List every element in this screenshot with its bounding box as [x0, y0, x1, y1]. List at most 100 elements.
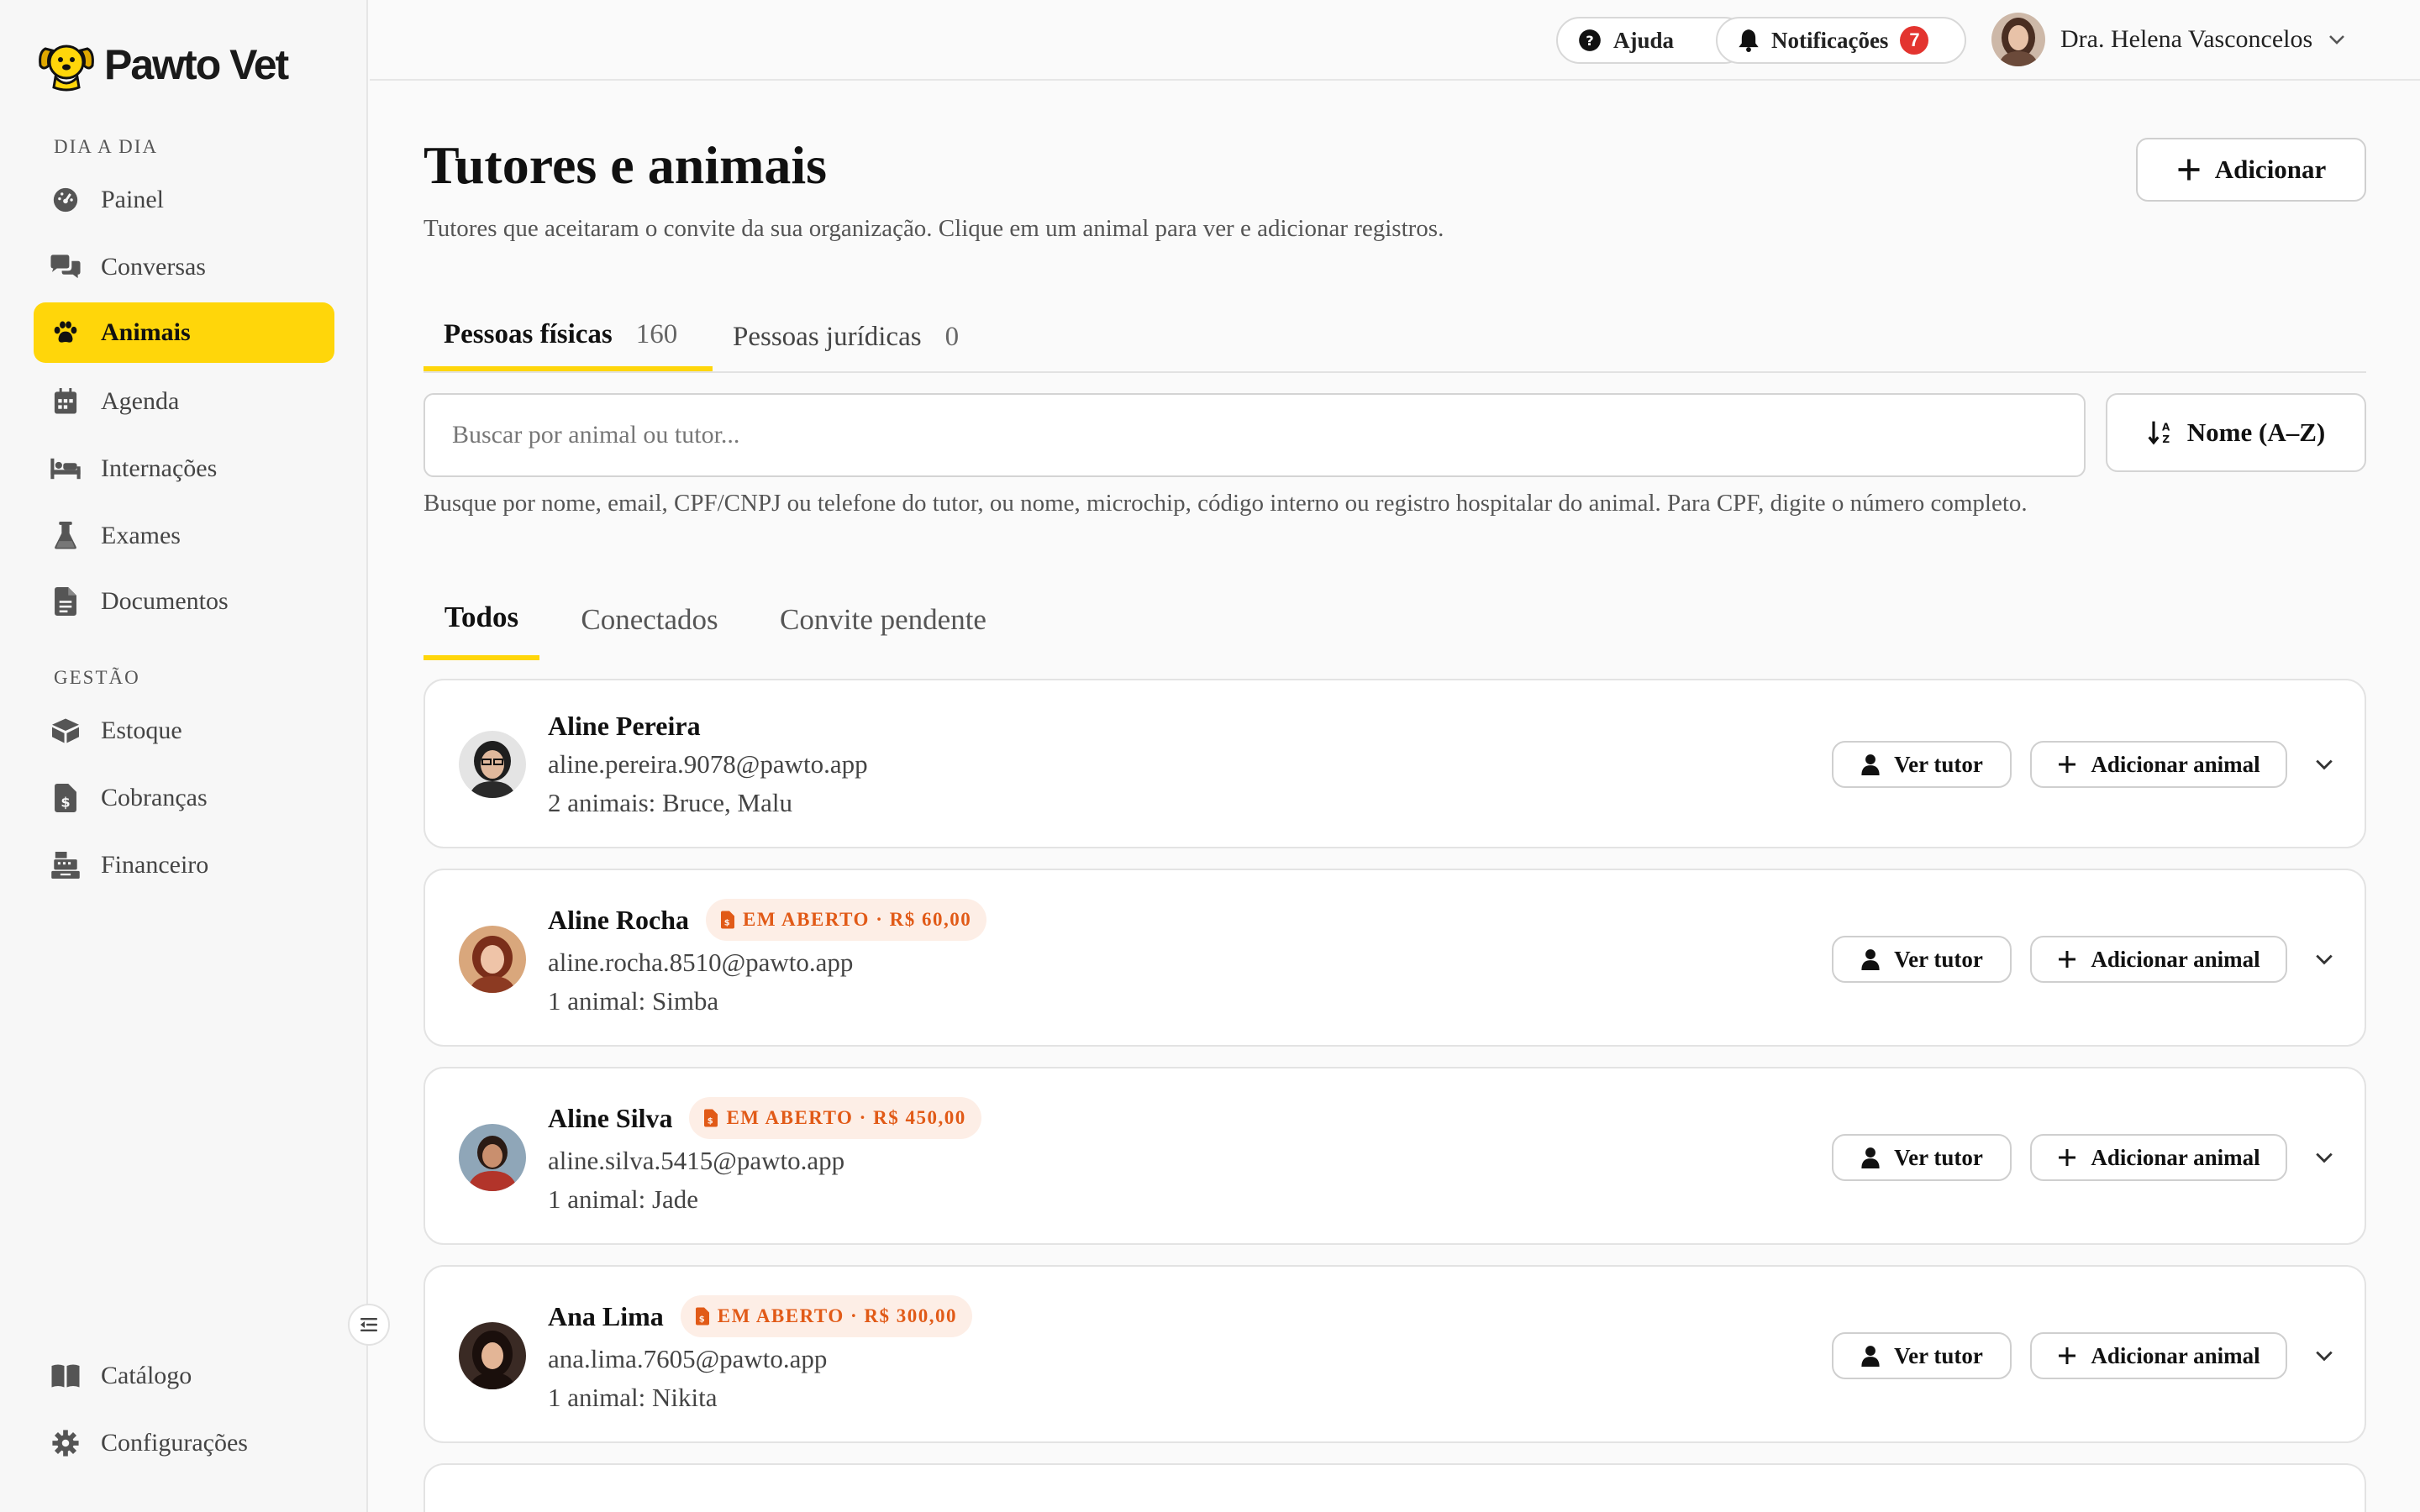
notifications-count-badge: 7 [1900, 26, 1929, 55]
add-animal-button[interactable]: Adicionar animal [2030, 1134, 2287, 1181]
add-animal-label: Adicionar animal [2091, 751, 2260, 777]
help-icon: ? [1578, 29, 1602, 52]
notifications-button[interactable]: Notificações 7 [1716, 17, 1966, 64]
tutor-name-row: Aline Pereira [548, 711, 701, 742]
status-badge-label: EM ABERTO · R$ 450,00 [726, 1107, 966, 1128]
sidebar-item-label: Documentos [101, 587, 229, 615]
sort-button[interactable]: AZ Nome (A–Z) [2106, 393, 2366, 472]
tab-convite-pendente[interactable]: Convite pendente [761, 580, 1005, 660]
tutor-name-row: Aline Rocha $ EM ABERTO · R$ 60,00 [548, 899, 987, 941]
page-title: Tutores e animais [424, 135, 828, 195]
tab-label: Pessoas jurídicas [733, 321, 922, 352]
gauge-icon [49, 183, 82, 217]
tutor-name: Aline Rocha [548, 904, 689, 935]
person-icon [1860, 948, 1881, 970]
add-animal-label: Adicionar animal [2091, 1342, 2260, 1368]
brand-logo[interactable]: Pawto Vet [37, 37, 289, 92]
tutor-card[interactable]: Aline Silva $ EM ABERTO · R$ 450,00 alin… [424, 1067, 2366, 1245]
view-tutor-button[interactable]: Ver tutor [1832, 1134, 2012, 1181]
brand-name: Pawto Vet [104, 41, 289, 88]
sidebar-item-financeiro[interactable]: Financeiro [34, 835, 334, 895]
flask-icon [49, 519, 82, 553]
view-tutor-button[interactable]: Ver tutor [1832, 936, 2012, 983]
tutor-avatar [459, 1124, 526, 1191]
user-menu[interactable]: Dra. Helena Vasconcelos [1991, 12, 2346, 67]
tutor-card[interactable]: Aline Pereira aline.pereira.9078@pawto.a… [424, 679, 2366, 848]
page-subtitle: Tutores que aceitaram o convite da sua o… [424, 215, 1444, 242]
search-input[interactable] [424, 393, 2086, 477]
sidebar-item-painel[interactable]: Painel [34, 170, 334, 230]
bed-icon [49, 452, 82, 486]
chevron-down-icon [2314, 1349, 2334, 1362]
sidebar-item-label: Conversas [101, 253, 206, 281]
collapse-sidebar-button[interactable] [348, 1304, 390, 1346]
sidebar-item-internacoes[interactable]: Internações [34, 438, 334, 499]
top-bar: ? Ajuda Notificações 7 Dra. Helena Vasco… [370, 0, 2420, 81]
sidebar-item-exames[interactable]: Exames [34, 506, 334, 566]
plus-icon [2057, 1147, 2077, 1168]
plus-icon [2057, 1346, 2077, 1366]
expand-button[interactable] [2307, 748, 2341, 781]
add-button[interactable]: Adicionar [2136, 138, 2366, 202]
tutor-pets: 1 animal: Simba [548, 986, 719, 1016]
tutor-name-row: Aline Silva $ EM ABERTO · R$ 450,00 [548, 1097, 981, 1139]
tab-pessoas-juridicas[interactable]: Pessoas jurídicas 0 [713, 302, 998, 371]
tab-pessoas-fisicas[interactable]: Pessoas físicas 160 [424, 302, 713, 371]
tab-todos[interactable]: Todos [424, 580, 539, 660]
sidebar-item-animais[interactable]: Animais [34, 302, 334, 363]
sidebar-item-label: Configurações [101, 1429, 248, 1457]
view-tutor-button[interactable]: Ver tutor [1832, 1332, 2012, 1379]
tutor-card-partial[interactable] [424, 1463, 2366, 1512]
tab-label: Conectados [581, 603, 718, 636]
person-icon [1860, 1147, 1881, 1168]
add-animal-button[interactable]: Adicionar animal [2030, 741, 2287, 788]
calendar-icon [49, 385, 82, 418]
chevron-down-icon [2314, 1151, 2334, 1164]
expand-button[interactable] [2307, 942, 2341, 976]
sidebar-item-label: Exames [101, 522, 181, 549]
status-badge: $ EM ABERTO · R$ 60,00 [706, 899, 987, 941]
chat-icon [49, 250, 82, 284]
status-badge-label: EM ABERTO · R$ 300,00 [717, 1305, 958, 1326]
cash-register-icon [49, 848, 82, 882]
add-button-label: Adicionar [2214, 155, 2327, 184]
sidebar-item-label: Painel [101, 186, 164, 213]
sidebar-item-conversas[interactable]: Conversas [34, 237, 334, 297]
user-avatar [1991, 13, 2045, 66]
add-animal-button[interactable]: Adicionar animal [2030, 1332, 2287, 1379]
sidebar-item-documentos[interactable]: Documentos [34, 571, 334, 632]
sidebar-item-cobrancas[interactable]: $ Cobranças [34, 768, 334, 828]
chevron-down-icon [2314, 758, 2334, 771]
sidebar-item-catalogo[interactable]: Catálogo [34, 1346, 334, 1406]
tab-conectados[interactable]: Conectados [558, 580, 741, 660]
tutor-name: Aline Silva [548, 1102, 673, 1133]
collapse-icon [359, 1316, 379, 1333]
sidebar-item-label: Internações [101, 454, 218, 482]
sidebar-item-label: Estoque [101, 717, 182, 744]
tutor-pets: 1 animal: Nikita [548, 1383, 718, 1412]
sidebar-item-label: Cobranças [101, 784, 208, 811]
section-label-management: GESTÃO [54, 667, 140, 688]
tutor-pets: 1 animal: Jade [548, 1184, 699, 1214]
add-animal-button[interactable]: Adicionar animal [2030, 936, 2287, 983]
tutor-card[interactable]: Ana Lima $ EM ABERTO · R$ 300,00 ana.lim… [424, 1265, 2366, 1443]
expand-button[interactable] [2307, 1339, 2341, 1373]
book-icon [49, 1359, 82, 1393]
sidebar-item-agenda[interactable]: Agenda [34, 371, 334, 432]
view-tutor-button[interactable]: Ver tutor [1832, 741, 2012, 788]
tutor-avatar [459, 926, 526, 993]
svg-text:$: $ [708, 1117, 714, 1126]
invoice-icon: $ [49, 781, 82, 815]
status-badge: $ EM ABERTO · R$ 300,00 [680, 1295, 973, 1337]
tutor-avatar [459, 731, 526, 798]
search-hint: Busque por nome, email, CPF/CNPJ ou tele… [424, 490, 2028, 517]
tab-label: Pessoas físicas [444, 318, 613, 349]
view-tutor-label: Ver tutor [1894, 751, 1983, 777]
sidebar-item-configuracoes[interactable]: Configurações [34, 1413, 334, 1473]
expand-button[interactable] [2307, 1141, 2341, 1174]
tutor-card[interactable]: Aline Rocha $ EM ABERTO · R$ 60,00 aline… [424, 869, 2366, 1047]
section-label-daily: DIA A DIA [54, 136, 159, 157]
sidebar-item-estoque[interactable]: Estoque [34, 701, 334, 761]
sidebar-item-label: Financeiro [101, 851, 209, 879]
tab-label: Convite pendente [780, 603, 986, 636]
